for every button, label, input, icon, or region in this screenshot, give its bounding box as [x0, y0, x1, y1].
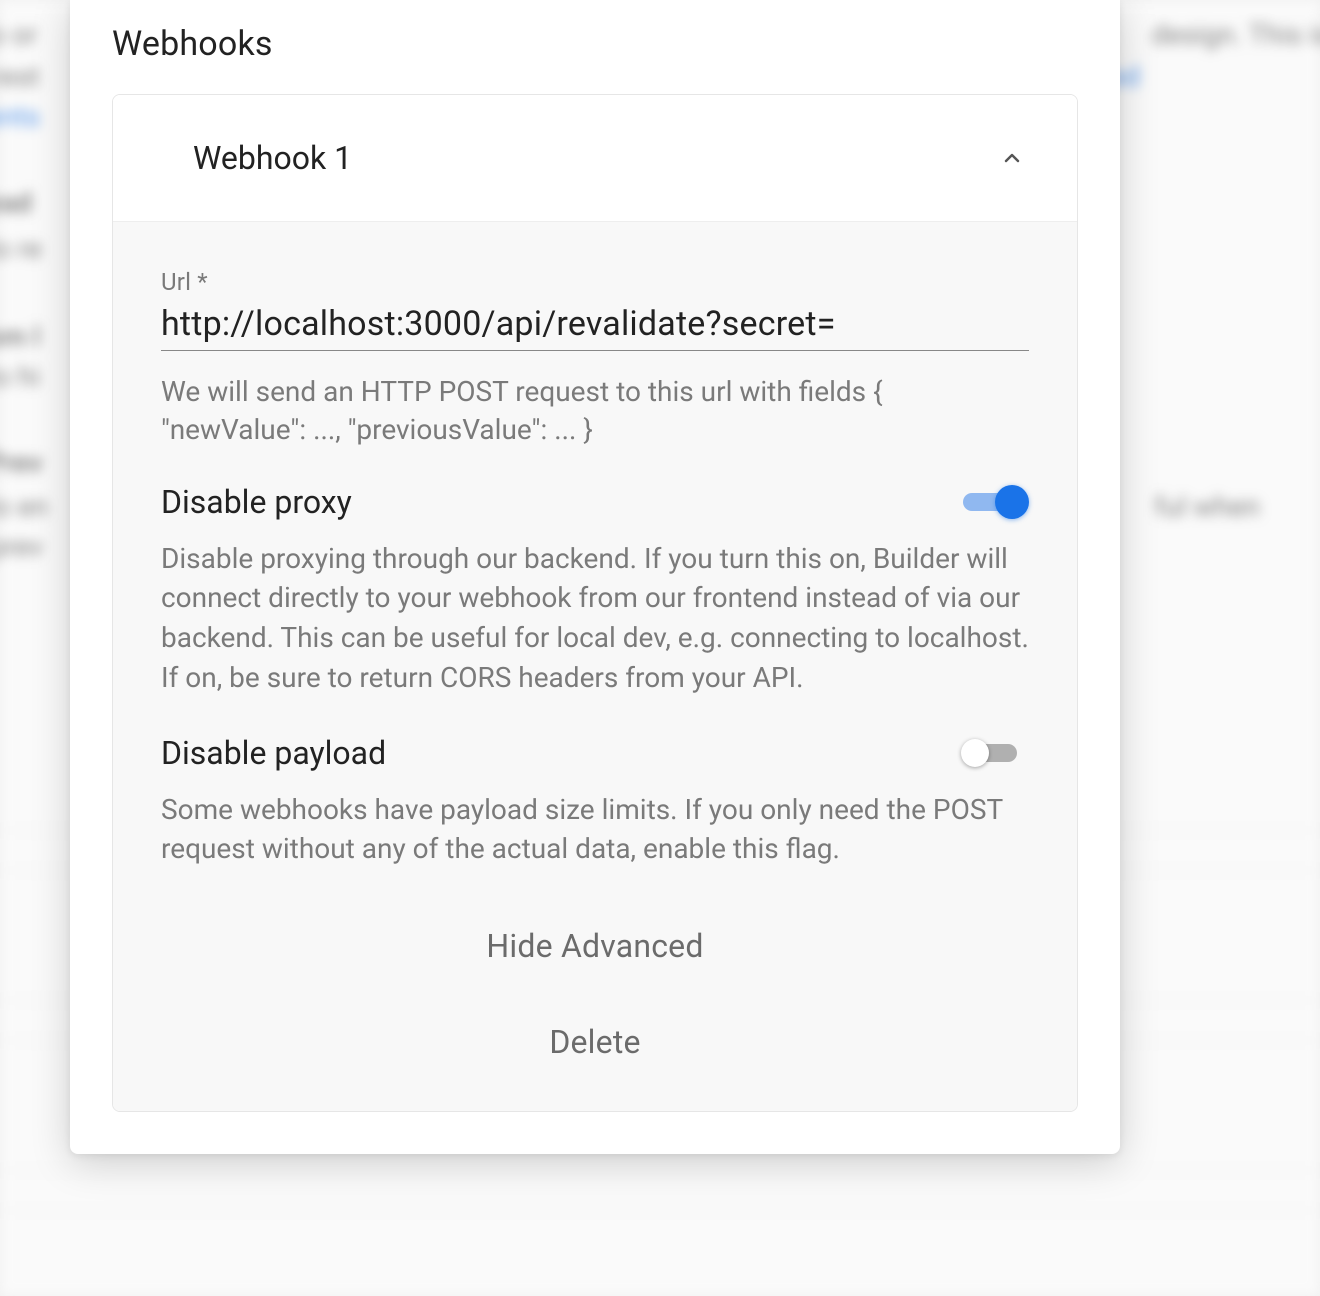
disable-proxy-row: Disable proxy [161, 483, 1029, 521]
disable-payload-toggle[interactable] [963, 735, 1029, 771]
webhooks-modal: Webhooks Webhook 1 Url * We will send an… [70, 0, 1120, 1154]
url-label: Url * [161, 268, 1029, 296]
webhook-card-body: Url * We will send an HTTP POST request … [113, 221, 1077, 1111]
hide-advanced-button[interactable]: Hide Advanced [161, 905, 1029, 987]
section-title: Webhooks [70, 0, 1120, 94]
disable-payload-row: Disable payload [161, 734, 1029, 772]
webhook-card: Webhook 1 Url * We will send an HTTP POS… [112, 94, 1078, 1112]
url-input-wrap [161, 304, 1029, 351]
disable-proxy-desc: Disable proxying through our backend. If… [161, 539, 1029, 698]
disable-payload-desc: Some webhooks have payload size limits. … [161, 790, 1029, 870]
webhook-title: Webhook 1 [193, 139, 352, 177]
disable-proxy-label: Disable proxy [161, 483, 352, 521]
webhook-card-header[interactable]: Webhook 1 [113, 95, 1077, 221]
disable-proxy-toggle[interactable] [963, 484, 1029, 520]
url-input[interactable] [161, 304, 1029, 344]
delete-button[interactable]: Delete [161, 1001, 1029, 1083]
disable-payload-label: Disable payload [161, 734, 386, 772]
chevron-up-icon [999, 145, 1025, 171]
url-help-text: We will send an HTTP POST request to thi… [161, 373, 1029, 449]
